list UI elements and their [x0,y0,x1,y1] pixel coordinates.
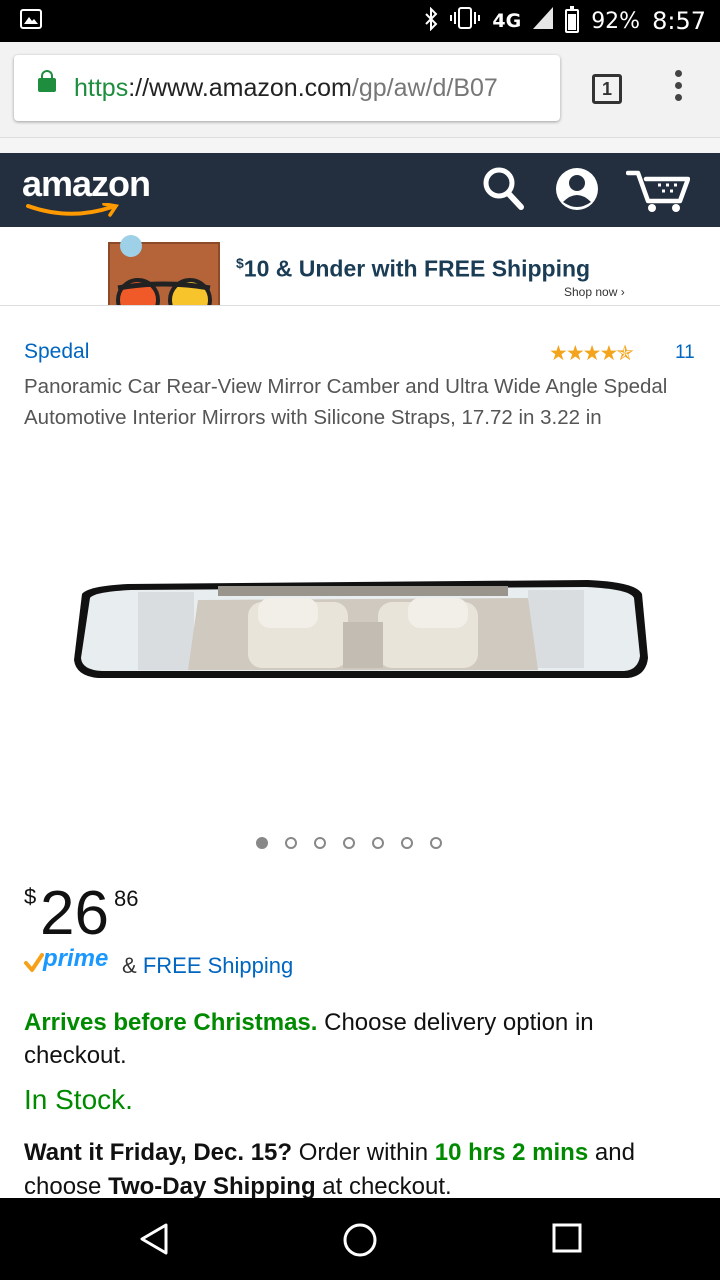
shipping-method: Two-Day Shipping [108,1173,316,1200]
carousel-dot[interactable] [430,837,442,849]
page-peek-strip [0,137,720,154]
review-count-link[interactable]: 11 [675,342,695,364]
bluetooth-icon [424,6,438,36]
shipping-ampersand: & [122,953,137,978]
system-navigation-bar [0,1198,720,1280]
image-carousel-dots [256,837,442,849]
browser-toolbar: https://www.amazon.com/gp/aw/d/B07 1 [0,42,720,137]
carousel-dot[interactable] [372,837,384,849]
battery-percent: 92% [591,8,641,34]
lock-icon [38,70,56,92]
logo-smile-icon [26,203,119,217]
want-it-date: Want it Friday, Dec. 15? [24,1139,293,1166]
cart-icon[interactable] [626,167,690,213]
price-currency: $ [24,884,37,909]
image-notification-icon [20,9,42,29]
promo-headline: $10 & Under with FREE Shipping [236,255,591,282]
site-header: amazon [0,153,720,227]
back-icon[interactable] [138,1222,170,1256]
countdown-timer: 10 hrs 2 mins [434,1139,589,1166]
vibrate-icon [450,6,481,36]
christmas-delivery-highlight: Arrives before Christmas. [24,1009,318,1036]
product-title: Panoramic Car Rear-View Mirror Camber an… [24,375,668,429]
status-bar: 4G 92% 8:57 [0,0,720,42]
product-image[interactable] [68,572,652,692]
prime-label: prime [43,945,109,972]
shipping-line: & FREE Shipping [122,953,293,979]
battery-icon [565,6,580,33]
free-shipping-link[interactable]: FREE Shipping [143,953,293,978]
prime-badge: prime [24,945,118,975]
shop-now-link[interactable]: Shop now › [564,285,625,299]
at-checkout-text: at checkout. [315,1173,452,1200]
order-within-text: Order within [292,1139,435,1166]
prime-check-icon [24,953,44,972]
recents-icon[interactable] [551,1222,583,1254]
account-icon[interactable] [554,166,600,212]
search-icon[interactable] [481,165,525,213]
signal-icon [533,7,554,35]
delivery-countdown: Want it Friday, Dec. 15? Order within 10… [24,1136,704,1204]
carousel-dot[interactable] [314,837,326,849]
price-whole: 26 [40,879,109,948]
star-rating[interactable]: ★★★★✯ [549,341,634,365]
overflow-menu-icon[interactable] [672,70,684,110]
clock: 8:57 [652,7,706,35]
brand-link[interactable]: Spedal [24,340,89,364]
tab-switcher-button[interactable]: 1 [592,74,622,104]
amazon-logo[interactable]: amazon [22,163,151,205]
stock-status: In Stock. [24,1084,133,1115]
flower-decoration-icon [120,235,142,257]
promo-banner[interactable]: $10 & Under with FREE Shipping Shop now … [0,227,720,306]
carousel-dot[interactable] [343,837,355,849]
price-fraction: 86 [114,886,139,911]
network-type-label: 4G [492,10,522,32]
home-icon[interactable] [342,1222,378,1258]
carousel-dot[interactable] [256,837,268,849]
carousel-dot[interactable] [285,837,297,849]
carousel-dot[interactable] [401,837,413,849]
address-bar[interactable]: https://www.amazon.com/gp/aw/d/B07 [14,55,560,121]
url-text[interactable]: https://www.amazon.com/gp/aw/d/B07 [74,74,498,103]
delivery-message: Arrives before Christmas. Choose deliver… [24,1006,694,1072]
